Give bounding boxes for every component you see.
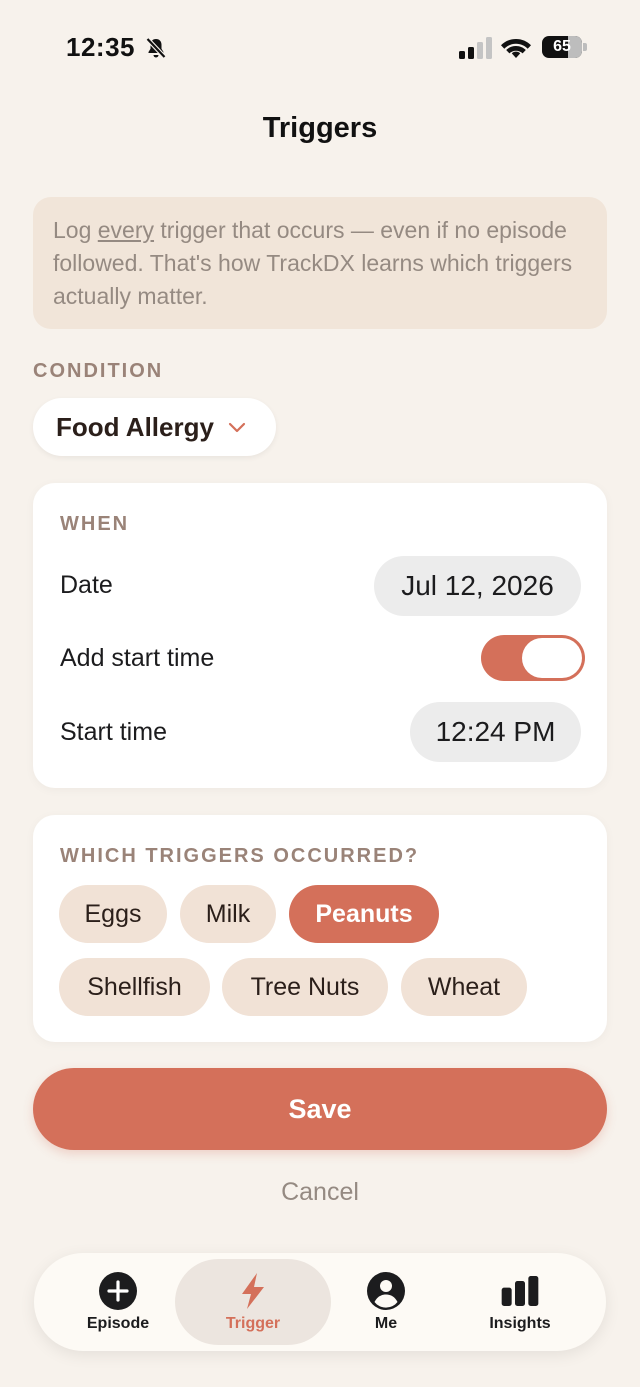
cancel-button[interactable]: Cancel	[0, 1178, 640, 1207]
info-text: Log every trigger that occurs — even if …	[53, 217, 573, 309]
when-label: WHEN	[60, 513, 130, 535]
when-card: WHEN Date Jul 12, 2026 Add start time St…	[33, 483, 607, 788]
trigger-chip-milk[interactable]: Milk	[180, 885, 276, 943]
condition-dropdown[interactable]: Food Allergy	[33, 398, 276, 456]
trigger-chip-shellfish[interactable]: Shellfish	[59, 958, 210, 1016]
start-time-label: Start time	[60, 718, 167, 746]
add-start-time-label: Add start time	[60, 644, 215, 672]
tab-episode-label: Episode	[86, 1315, 150, 1332]
status-bar: 12:35 65	[0, 0, 640, 92]
person-icon	[367, 1272, 405, 1310]
tab-insights[interactable]: Insights	[472, 1253, 568, 1351]
trigger-chip-peanuts[interactable]: Peanuts	[289, 885, 439, 943]
triggers-card: WHICH TRIGGERS OCCURRED? Eggs Milk Peanu…	[33, 815, 607, 1042]
tab-episode[interactable]: Episode	[70, 1253, 166, 1351]
condition-label: CONDITION	[33, 360, 164, 382]
toggle-knob	[522, 638, 582, 678]
tab-insights-label: Insights	[489, 1315, 551, 1332]
trigger-chip-eggs[interactable]: Eggs	[59, 885, 167, 943]
bar-chart-icon	[501, 1276, 539, 1306]
condition-value: Food Allergy	[56, 411, 214, 442]
tab-trigger[interactable]: Trigger	[205, 1253, 301, 1351]
date-picker[interactable]: Jul 12, 2026	[374, 556, 581, 616]
trigger-chip-tree-nuts[interactable]: Tree Nuts	[222, 958, 388, 1016]
lightning-icon	[242, 1273, 264, 1309]
plus-circle-icon	[99, 1272, 137, 1310]
cellular-signal-icon	[459, 37, 492, 59]
start-time-picker[interactable]: 12:24 PM	[410, 702, 581, 762]
tab-me[interactable]: Me	[338, 1253, 434, 1351]
save-button[interactable]: Save	[33, 1068, 607, 1150]
add-start-time-toggle[interactable]	[481, 635, 585, 681]
triggers-label: WHICH TRIGGERS OCCURRED?	[60, 845, 420, 867]
tab-trigger-label: Trigger	[225, 1315, 281, 1332]
tab-bar: Episode Trigger Me Insights	[34, 1253, 606, 1351]
battery-level: 65	[553, 38, 571, 55]
wifi-icon	[501, 39, 531, 58]
tab-me-label: Me	[374, 1315, 398, 1332]
trigger-chip-wheat[interactable]: Wheat	[401, 958, 527, 1016]
battery-icon: 65	[542, 36, 588, 60]
page-title: Triggers	[262, 112, 378, 144]
date-label: Date	[60, 571, 113, 599]
info-banner: Log every trigger that occurs — even if …	[33, 197, 607, 329]
chevron-down-icon	[228, 422, 246, 433]
info-emphasis: every	[97, 217, 155, 243]
bell-muted-icon	[145, 37, 167, 59]
status-time: 12:35	[66, 32, 135, 62]
